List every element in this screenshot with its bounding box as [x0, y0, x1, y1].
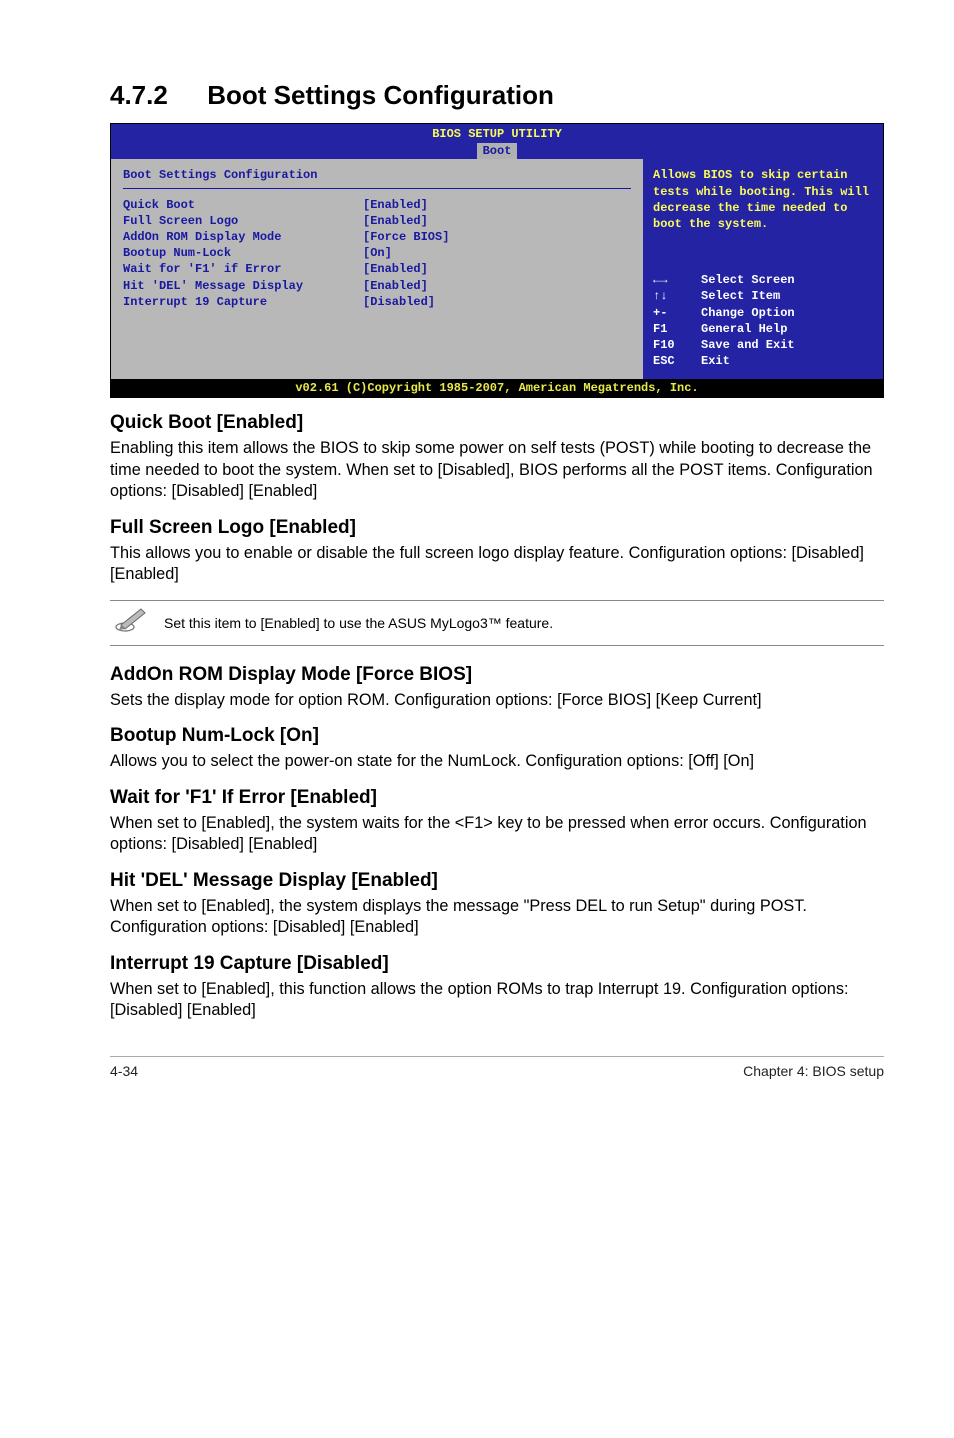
- chapter-label: Chapter 4: BIOS setup: [743, 1063, 884, 1079]
- body-quick-boot: Enabling this item allows the BIOS to sk…: [110, 438, 884, 503]
- bios-key-desc: Change Option: [701, 305, 795, 321]
- bios-header-title: BIOS SETUP UTILITY: [111, 126, 883, 142]
- bios-setting-row: Full Screen Logo[Enabled]: [123, 213, 631, 229]
- bios-setting-value: [On]: [363, 245, 392, 261]
- bios-setting-key: Wait for 'F1' if Error: [123, 261, 363, 277]
- body-addon-rom: Sets the display mode for option ROM. Co…: [110, 690, 884, 712]
- bios-key-desc: Select Screen: [701, 272, 795, 288]
- bios-key: F10: [653, 337, 701, 353]
- bios-footer: v02.61 (C)Copyright 1985-2007, American …: [111, 379, 883, 397]
- section-number: 4.7.2: [110, 80, 200, 111]
- bios-setting-row: Wait for 'F1' if Error[Enabled]: [123, 261, 631, 277]
- bios-setting-key: AddOn ROM Display Mode: [123, 229, 363, 245]
- bios-screenshot: BIOS SETUP UTILITY Boot Boot Settings Co…: [110, 123, 884, 398]
- heading-hit-del: Hit 'DEL' Message Display [Enabled]: [110, 870, 884, 892]
- bios-key-row: F10Save and Exit: [653, 337, 873, 353]
- bios-key-row: ESCExit: [653, 353, 873, 369]
- bios-key-desc: Exit: [701, 353, 730, 369]
- bios-key-desc: Save and Exit: [701, 337, 795, 353]
- bios-setting-row: AddOn ROM Display Mode[Force BIOS]: [123, 229, 631, 245]
- bios-setting-row: Bootup Num-Lock[On]: [123, 245, 631, 261]
- bios-setting-value: [Enabled]: [363, 213, 428, 229]
- note-block: Set this item to [Enabled] to use the AS…: [110, 600, 884, 646]
- bios-help-text: Allows BIOS to skip certain tests while …: [653, 167, 873, 232]
- pencil-icon: [110, 605, 154, 641]
- bios-active-tab: Boot: [477, 143, 518, 159]
- bios-setting-row: Interrupt 19 Capture[Disabled]: [123, 294, 631, 310]
- page-footer: 4-34 Chapter 4: BIOS setup: [110, 1056, 884, 1079]
- bios-key-row: ↑↓Select Item: [653, 288, 873, 304]
- note-text: Set this item to [Enabled] to use the AS…: [164, 615, 553, 631]
- bios-key: ↑↓: [653, 288, 701, 304]
- section-heading: 4.7.2 Boot Settings Configuration: [110, 80, 884, 111]
- bios-key-row: F1General Help: [653, 321, 873, 337]
- bios-key-desc: General Help: [701, 321, 787, 337]
- bios-right-panel: Allows BIOS to skip certain tests while …: [643, 159, 883, 379]
- bios-setting-row: Quick Boot[Enabled]: [123, 197, 631, 213]
- bios-key-help: ←→Select Screen↑↓Select Item+-Change Opt…: [653, 272, 873, 369]
- bios-setting-key: Hit 'DEL' Message Display: [123, 278, 363, 294]
- body-full-screen-logo: This allows you to enable or disable the…: [110, 543, 884, 586]
- heading-wait-f1: Wait for 'F1' If Error [Enabled]: [110, 787, 884, 809]
- bios-panel-title: Boot Settings Configuration: [123, 167, 631, 183]
- bios-setting-key: Full Screen Logo: [123, 213, 363, 229]
- bios-setting-value: [Disabled]: [363, 294, 435, 310]
- bios-key: ←→: [653, 272, 701, 288]
- bios-key-row: ←→Select Screen: [653, 272, 873, 288]
- heading-interrupt-19: Interrupt 19 Capture [Disabled]: [110, 953, 884, 975]
- bios-key: ESC: [653, 353, 701, 369]
- bios-setting-key: Bootup Num-Lock: [123, 245, 363, 261]
- section-title-text: Boot Settings Configuration: [207, 80, 554, 110]
- bios-setting-value: [Enabled]: [363, 261, 428, 277]
- heading-full-screen-logo: Full Screen Logo [Enabled]: [110, 517, 884, 539]
- heading-bootup-numlock: Bootup Num-Lock [On]: [110, 725, 884, 747]
- heading-addon-rom: AddOn ROM Display Mode [Force BIOS]: [110, 664, 884, 686]
- body-wait-f1: When set to [Enabled], the system waits …: [110, 813, 884, 856]
- heading-quick-boot: Quick Boot [Enabled]: [110, 412, 884, 434]
- bios-setting-value: [Force BIOS]: [363, 229, 449, 245]
- bios-key-desc: Select Item: [701, 288, 780, 304]
- bios-setting-row: Hit 'DEL' Message Display[Enabled]: [123, 278, 631, 294]
- bios-key: F1: [653, 321, 701, 337]
- bios-setting-key: Interrupt 19 Capture: [123, 294, 363, 310]
- page-number: 4-34: [110, 1063, 138, 1079]
- bios-setting-value: [Enabled]: [363, 197, 428, 213]
- body-bootup-numlock: Allows you to select the power-on state …: [110, 751, 884, 773]
- body-interrupt-19: When set to [Enabled], this function all…: [110, 979, 884, 1022]
- bios-setting-value: [Enabled]: [363, 278, 428, 294]
- bios-key-row: +-Change Option: [653, 305, 873, 321]
- bios-left-panel: Boot Settings Configuration Quick Boot[E…: [111, 159, 643, 379]
- bios-setting-key: Quick Boot: [123, 197, 363, 213]
- body-hit-del: When set to [Enabled], the system displa…: [110, 896, 884, 939]
- bios-key: +-: [653, 305, 701, 321]
- bios-header: BIOS SETUP UTILITY Boot: [111, 124, 883, 159]
